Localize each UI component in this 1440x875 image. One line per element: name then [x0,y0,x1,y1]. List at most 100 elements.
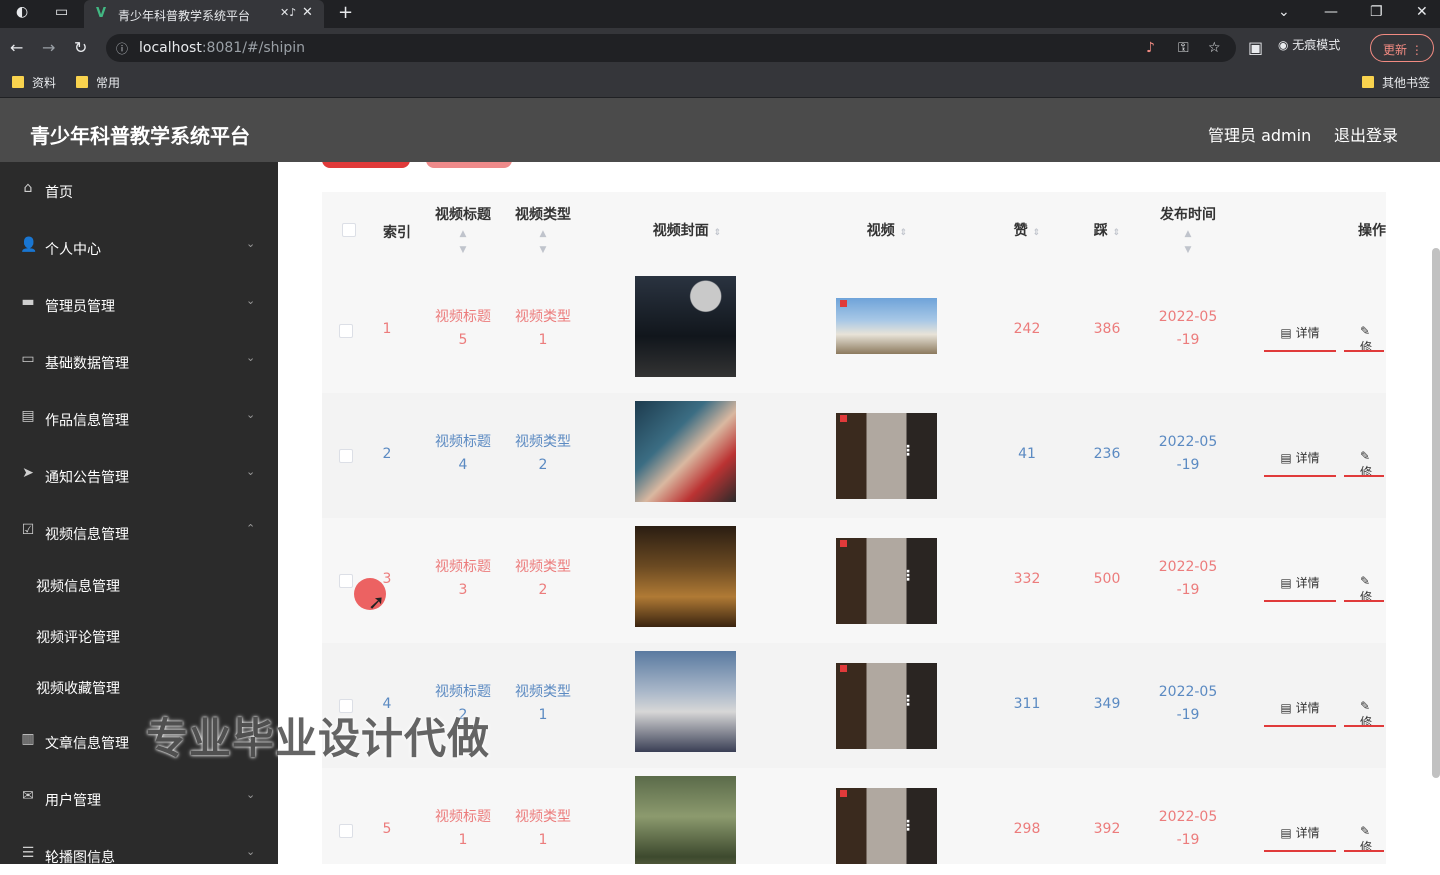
edit-button[interactable]: ✎ 修 [1344,314,1384,352]
incognito-indicator[interactable]: ◉ 无痕模式 [1278,36,1340,53]
chevron-down-icon: ⌄ [246,294,256,307]
cover-image[interactable] [635,776,736,864]
video-player[interactable]: ⋮ [836,413,937,499]
video-player[interactable]: ⋮ [836,538,937,624]
row-checkbox[interactable] [339,824,353,838]
cover-image[interactable] [635,276,736,377]
sort-icon[interactable]: ▲ ▼ [540,229,547,255]
sort-icon[interactable]: ▲ ▼ [1185,229,1192,255]
sidebar-item-users[interactable]: ✉ 用户管理 ⌄ [0,778,278,818]
mute-icon[interactable]: ✕♪ [280,6,296,19]
bookmark-folder-1[interactable]: 资料 [12,74,56,91]
update-button[interactable]: 更新 ⋮ [1370,34,1434,62]
sidebar-item-label: 轮播图信息 [45,850,115,866]
row-dislike: 236 [1093,446,1121,462]
bookmark-folder-2[interactable]: 常用 [76,74,120,91]
more-options-icon[interactable]: ⋮ [901,818,915,834]
vertical-scrollbar[interactable] [1432,248,1440,778]
reload-icon[interactable]: ↻ [74,38,87,57]
more-options-icon[interactable]: ⋮ [901,443,915,459]
more-options-icon[interactable]: ⋮ [901,693,915,709]
sort-icon[interactable]: ⇕ [900,228,908,238]
sort-icon[interactable]: ⇕ [1033,228,1041,238]
sidebar-item-notices[interactable]: ➤ 通知公告管理 ⌄ [0,455,278,495]
video-player[interactable] [836,298,937,354]
detail-button[interactable]: ▤ 详情 [1264,814,1336,852]
row-title: 视频标题 5 [435,309,491,348]
cover-image[interactable] [635,651,736,752]
minimize-icon[interactable]: — [1324,4,1338,20]
sidebar-subitem-video-favorites[interactable]: 视频收藏管理 [36,678,120,698]
side-panel-icon[interactable]: ▣ [1248,38,1263,57]
new-tab-icon[interactable]: + [338,2,353,23]
edit-button[interactable]: ✎ 修 [1344,564,1384,602]
video-player[interactable]: ⋮ [836,788,937,864]
edit-button[interactable]: ✎ 修 [1344,689,1384,727]
browser-tab-bar: ◐ ▭ V 青少年科普教学系统平台 ✕♪ ✕ + ⌄ — ❐ ✕ [0,0,1440,28]
header-type[interactable]: 视频类型 ▲ ▼ [508,204,578,256]
row-type: 视频类型 2 [515,434,571,473]
row-checkbox[interactable] [339,574,353,588]
other-bookmarks[interactable]: 其他书签 [1362,74,1430,91]
sidebar-item-label: 通知公告管理 [45,470,129,486]
cover-image[interactable] [635,526,736,627]
sort-icon[interactable]: ▲ ▼ [460,229,467,255]
delete-button[interactable] [426,162,512,168]
chat-icon: ▤ [21,408,35,424]
forward-icon[interactable]: → [42,38,55,57]
detail-button[interactable]: ▤ 详情 [1264,689,1336,727]
header-dislike[interactable]: 踩 ⇕ [1072,220,1142,240]
key-icon[interactable]: ⚿ [1178,40,1189,56]
video-badge-icon [840,300,847,307]
sidebar-item-profile[interactable]: 👤 个人中心 ⌄ [0,227,278,267]
add-button[interactable] [322,162,410,168]
sidebar-item-works[interactable]: ▤ 作品信息管理 ⌄ [0,398,278,438]
sort-icon[interactable]: ⇕ [714,228,722,238]
sidebar-subitem-video-info[interactable]: 视频信息管理 [36,576,120,596]
header-video[interactable]: 视频 ⇕ [822,220,952,240]
sidebar-subitem-video-comments[interactable]: 视频评论管理 [36,627,120,647]
row-time: 2022-05 -19 [1158,809,1218,848]
sidebar-item-home[interactable]: ⌂ 首页 [0,170,278,210]
detail-button[interactable]: ▤ 详情 [1264,314,1336,352]
sidebar-item-admins[interactable]: ▬ 管理员管理 ⌄ [0,284,278,324]
header-time[interactable]: 发布时间 ▲ ▼ [1148,204,1228,256]
sidebar-item-videos[interactable]: ☑ 视频信息管理 ⌃ [0,512,278,552]
row-checkbox[interactable] [339,324,353,338]
browser-icon[interactable]: ◐ [16,4,28,20]
tab-search-icon[interactable]: ▭ [55,4,68,20]
row-like: 298 [1013,821,1041,837]
bookmark-star-icon[interactable]: ☆ [1208,40,1221,56]
back-icon[interactable]: ← [10,38,23,57]
chevron-up-icon: ⌃ [246,522,256,535]
tab-list-icon[interactable]: ⌄ [1278,4,1290,20]
edit-button[interactable]: ✎ 修 [1344,814,1384,852]
header-title[interactable]: 视频标题 ▲ ▼ [428,204,498,256]
cover-image[interactable] [635,401,736,502]
row-type: 视频类型 1 [515,809,571,848]
detail-button[interactable]: ▤ 详情 [1264,439,1336,477]
detail-button[interactable]: ▤ 详情 [1264,564,1336,602]
window-close-icon[interactable]: ✕ [1416,4,1428,20]
logout-button[interactable]: 退出登录 [1334,122,1398,146]
video-player[interactable]: ⋮ [836,663,937,749]
row-checkbox[interactable] [339,449,353,463]
browser-tab[interactable]: V 青少年科普教学系统平台 ✕♪ ✕ [84,0,324,28]
sidebar-item-carousel[interactable]: ☰ 轮播图信息 ⌄ [0,835,278,875]
chevron-down-icon: ⌄ [246,788,256,801]
site-info-icon[interactable]: ⓘ [116,40,128,57]
url-input[interactable]: ⓘ localhost:8081/#/shipin ♪ ⚿ ☆ [106,34,1236,62]
sidebar-item-label: 管理员管理 [45,299,115,315]
restore-icon[interactable]: ❐ [1370,4,1383,20]
sort-icon[interactable]: ⇕ [1113,228,1121,238]
edit-button[interactable]: ✎ 修 [1344,439,1384,477]
close-tab-icon[interactable]: ✕ [302,5,313,20]
row-dislike: 500 [1093,571,1121,587]
header-like[interactable]: 赞 ⇕ [992,220,1062,240]
document-icon: ▤ [1280,826,1292,840]
sound-blocked-icon[interactable]: ♪ [1146,40,1155,56]
more-options-icon[interactable]: ⋮ [901,568,915,584]
header-cover[interactable]: 视频封面 ⇕ [622,220,752,240]
sidebar-item-base-data[interactable]: ▭ 基础数据管理 ⌄ [0,341,278,381]
select-all-checkbox[interactable] [342,223,356,237]
